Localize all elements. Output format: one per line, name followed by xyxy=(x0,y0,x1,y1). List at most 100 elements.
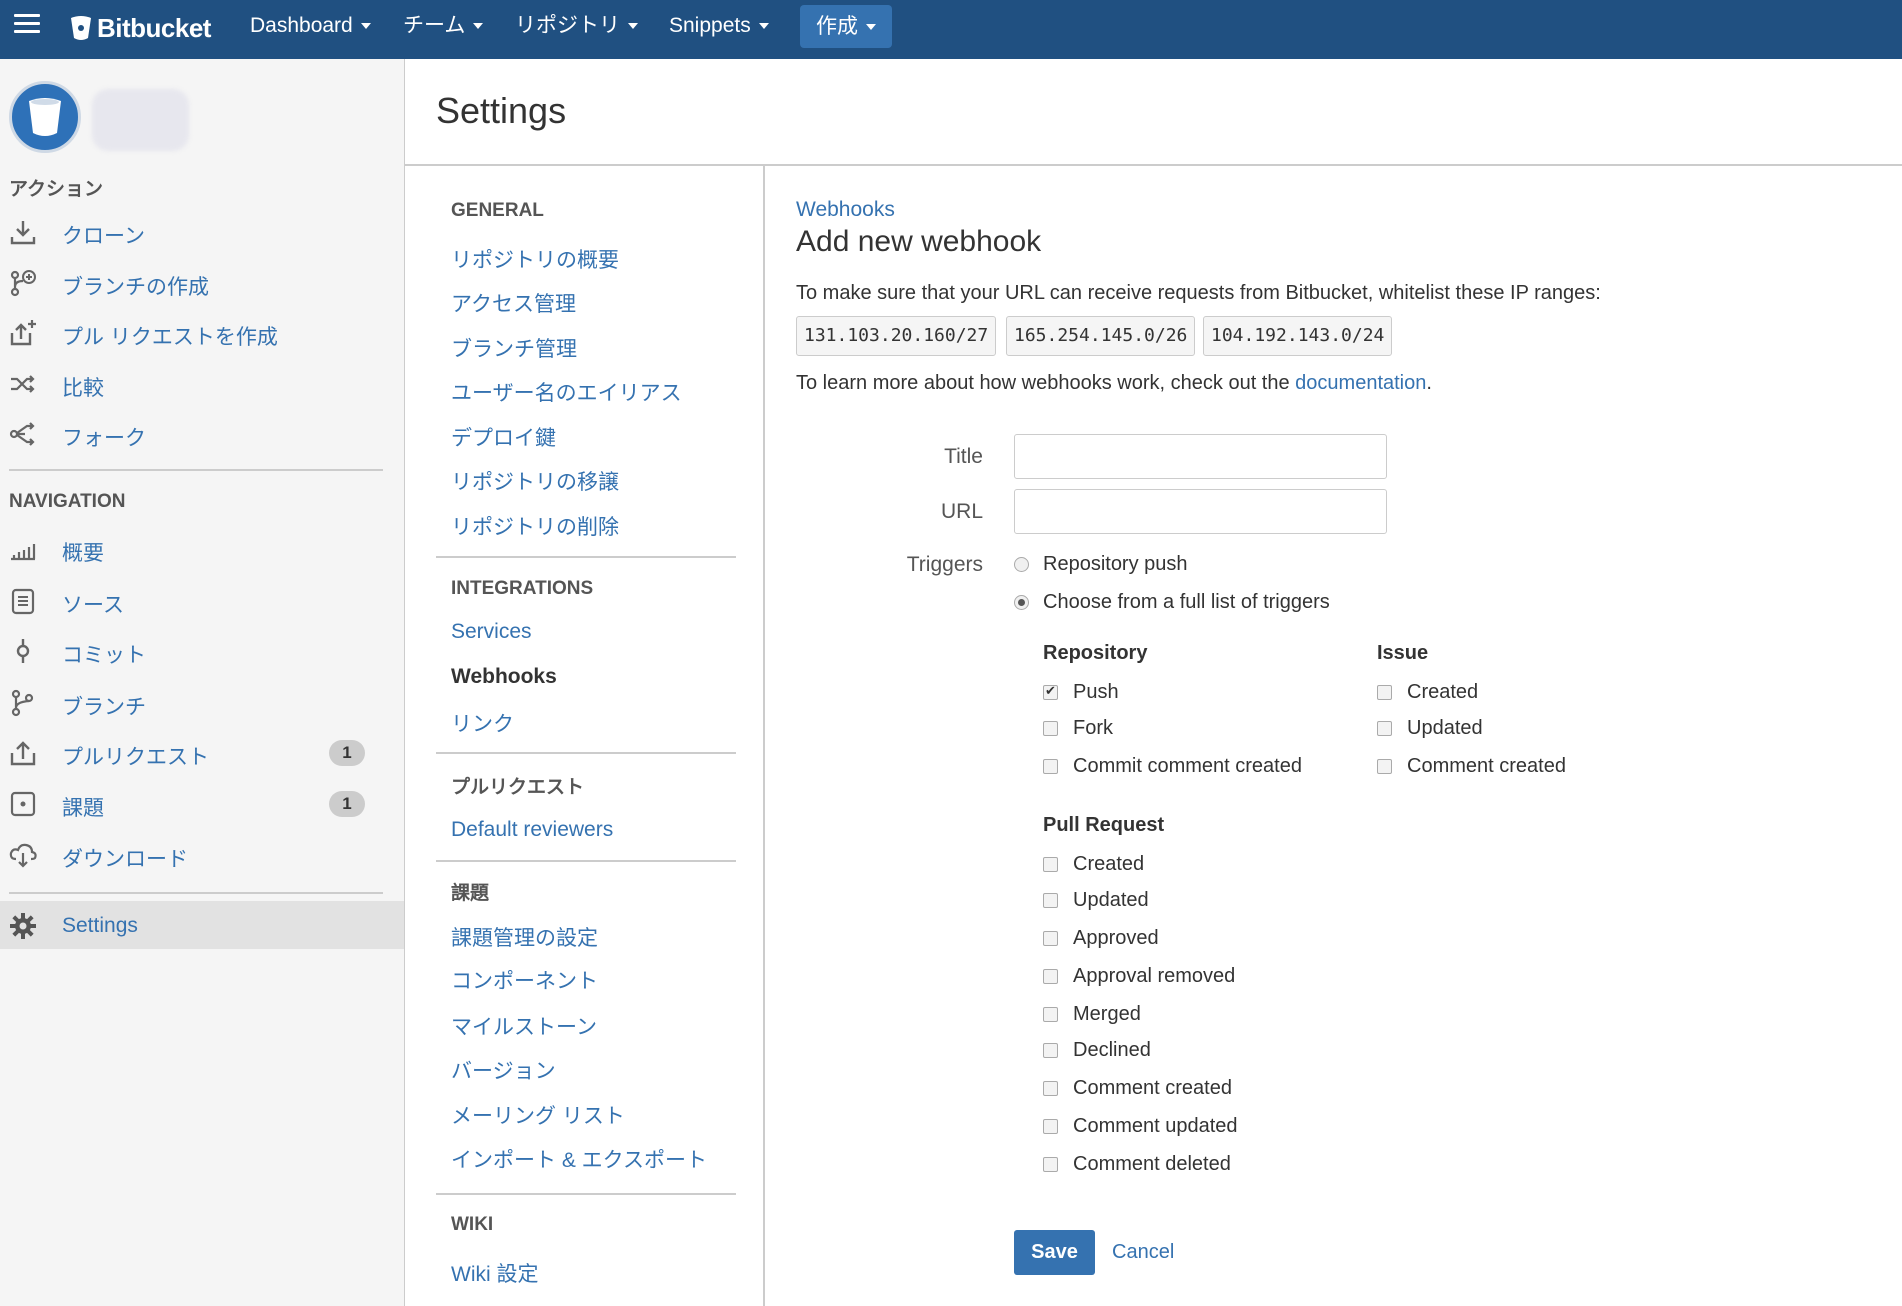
radio-button[interactable] xyxy=(1014,556,1029,572)
settings-link-access-management[interactable]: アクセス管理 xyxy=(451,288,576,318)
settings-nav-divider xyxy=(436,860,736,862)
trigger-pr-merged[interactable]: Merged xyxy=(1043,1001,1141,1027)
sidebar-item-label: コミット xyxy=(62,644,146,667)
checkbox[interactable] xyxy=(1043,968,1058,984)
sidebar-item-downloads[interactable]: ダウンロード xyxy=(0,832,404,876)
trigger-pr-comment-created[interactable]: Comment created xyxy=(1043,1075,1232,1101)
trigger-repo-fork[interactable]: Fork xyxy=(1043,715,1113,741)
checkbox[interactable] xyxy=(1043,930,1058,946)
save-button[interactable]: Save xyxy=(1014,1230,1095,1275)
chevron-down-icon xyxy=(360,23,371,30)
sidebar-item-issues[interactable]: 課題 1 xyxy=(0,781,404,825)
sidebar-item-create-branch[interactable]: ブランチの作成 xyxy=(0,260,404,304)
create-button[interactable]: 作成 xyxy=(800,5,892,48)
trigger-repo-push[interactable]: Push xyxy=(1043,679,1119,705)
checkbox[interactable] xyxy=(1043,1118,1058,1134)
trigger-pr-updated[interactable]: Updated xyxy=(1043,887,1149,913)
settings-link-deployment-keys[interactable]: デプロイ鍵 xyxy=(451,422,556,452)
settings-link-links[interactable]: リンク xyxy=(451,708,514,738)
checkbox[interactable] xyxy=(1043,1080,1058,1096)
settings-link-branch-management[interactable]: ブランチ管理 xyxy=(451,333,577,363)
breadcrumb-webhooks[interactable]: Webhooks xyxy=(796,198,895,222)
settings-link-mailing-lists[interactable]: メーリング リスト xyxy=(451,1100,625,1130)
count-badge: 1 xyxy=(329,791,365,817)
nav-teams[interactable]: チーム xyxy=(403,0,484,52)
checkbox[interactable] xyxy=(1377,684,1392,700)
chevron-down-icon xyxy=(628,23,638,30)
checkbox[interactable] xyxy=(1377,758,1392,774)
trigger-pr-comment-updated[interactable]: Comment updated xyxy=(1043,1113,1238,1139)
settings-link-webhooks[interactable]: Webhooks xyxy=(451,665,557,689)
pull-requests-heading: プルリクエスト xyxy=(451,777,585,798)
sidebar-item-label: Settings xyxy=(62,914,138,937)
settings-link-versions[interactable]: バージョン xyxy=(451,1055,556,1085)
trigger-repo-commit-comment[interactable]: Commit comment created xyxy=(1043,753,1302,779)
repository-name-redacted xyxy=(92,89,189,151)
settings-link-transfer-repository[interactable]: リポジトリの移譲 xyxy=(451,466,619,496)
sidebar-item-clone[interactable]: クローン xyxy=(0,209,404,253)
sidebar-item-label: 比較 xyxy=(62,377,104,400)
file-icon xyxy=(11,588,35,615)
repository-avatar[interactable] xyxy=(9,81,81,153)
checkbox[interactable] xyxy=(1043,892,1058,908)
trigger-pr-declined[interactable]: Declined xyxy=(1043,1037,1151,1063)
sidebar-item-overview[interactable]: 概要 xyxy=(0,526,404,570)
sidebar-item-create-pull-request[interactable]: プル リクエストを作成 xyxy=(0,310,404,354)
settings-link-import-export[interactable]: インポート & エクスポート xyxy=(451,1144,707,1174)
trigger-issue-created[interactable]: Created xyxy=(1377,679,1478,705)
trigger-pr-comment-deleted[interactable]: Comment deleted xyxy=(1043,1151,1231,1177)
compare-icon xyxy=(11,375,35,393)
trigger-pr-approval-removed[interactable]: Approval removed xyxy=(1043,963,1235,989)
checkbox[interactable] xyxy=(1043,1156,1058,1172)
sidebar-item-branches[interactable]: ブランチ xyxy=(0,680,404,724)
checkbox[interactable] xyxy=(1043,1006,1058,1022)
sidebar-item-label: ダウンロード xyxy=(62,848,188,871)
url-input[interactable] xyxy=(1014,489,1387,534)
sidebar-item-label: プル リクエストを作成 xyxy=(62,326,278,349)
brand-name: Bitbucket xyxy=(97,12,211,43)
settings-link-delete-repository[interactable]: リポジトリの削除 xyxy=(451,511,619,541)
bucket-icon xyxy=(29,98,61,136)
cancel-link[interactable]: Cancel xyxy=(1112,1241,1174,1264)
settings-link-repository-details[interactable]: リポジトリの概要 xyxy=(451,244,619,274)
sidebar-item-compare[interactable]: 比較 xyxy=(0,361,404,405)
sidebar-item-pull-requests[interactable]: プルリクエスト 1 xyxy=(0,730,404,774)
trigger-option-repository-push[interactable]: Repository push xyxy=(1014,551,1188,577)
settings-link-wiki-settings[interactable]: Wiki 設定 xyxy=(451,1258,539,1288)
checkbox[interactable] xyxy=(1377,720,1392,736)
settings-link-services[interactable]: Services xyxy=(451,620,532,644)
trigger-issue-comment-created[interactable]: Comment created xyxy=(1377,753,1566,779)
settings-link-issue-tracker-settings[interactable]: 課題管理の設定 xyxy=(451,922,598,952)
checkbox[interactable] xyxy=(1043,683,1058,700)
nav-dashboard[interactable]: Dashboard xyxy=(250,0,371,52)
hamburger-menu-icon[interactable] xyxy=(14,14,40,36)
nav-repositories[interactable]: リポジトリ xyxy=(515,0,638,52)
trigger-pr-approved[interactable]: Approved xyxy=(1043,925,1159,951)
title-input[interactable] xyxy=(1014,434,1387,479)
bitbucket-logo[interactable]: Bitbucket xyxy=(70,9,211,47)
checkbox[interactable] xyxy=(1043,1042,1058,1058)
trigger-pr-created[interactable]: Created xyxy=(1043,851,1144,877)
settings-link-components[interactable]: コンポーネント xyxy=(451,965,598,995)
settings-link-milestones[interactable]: マイルストーン xyxy=(451,1011,597,1041)
documentation-link[interactable]: documentation xyxy=(1295,372,1426,394)
top-navigation-bar: Bitbucket Dashboard チーム リポジトリ Snippets 作… xyxy=(0,0,1902,59)
checkbox[interactable] xyxy=(1043,720,1058,736)
sidebar-item-label: フォーク xyxy=(62,427,146,450)
form-heading: Add new webhook xyxy=(796,225,1042,258)
trigger-issue-updated[interactable]: Updated xyxy=(1377,715,1483,741)
branch-icon xyxy=(11,689,34,717)
radio-button[interactable] xyxy=(1014,594,1029,610)
bucket-icon xyxy=(71,16,91,40)
sidebar-item-fork[interactable]: フォーク xyxy=(0,411,404,455)
trigger-option-full-list[interactable]: Choose from a full list of triggers xyxy=(1014,589,1330,615)
sidebar-item-source[interactable]: ソース xyxy=(0,578,404,622)
settings-link-username-aliases[interactable]: ユーザー名のエイリアス xyxy=(451,377,682,407)
issue-group-heading: Issue xyxy=(1377,642,1429,664)
nav-snippets[interactable]: Snippets xyxy=(669,0,769,52)
settings-link-default-reviewers[interactable]: Default reviewers xyxy=(451,818,613,842)
checkbox[interactable] xyxy=(1043,856,1058,872)
sidebar-item-settings[interactable]: Settings xyxy=(0,901,404,949)
sidebar-item-commits[interactable]: コミット xyxy=(0,628,404,672)
checkbox[interactable] xyxy=(1043,758,1058,774)
